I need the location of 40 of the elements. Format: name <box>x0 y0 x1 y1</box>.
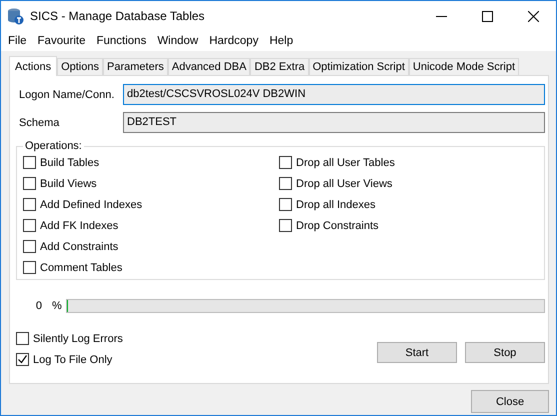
tab[interactable]: Unicode Mode Script <box>408 58 520 75</box>
action-button[interactable]: Start <box>377 342 457 363</box>
tab[interactable]: DB2 Extra <box>250 58 309 75</box>
checkbox[interactable]: Drop all User Views <box>279 173 535 194</box>
checkbox[interactable]: Build Views <box>23 173 279 194</box>
checkbox[interactable]: Add FK Indexes <box>23 215 279 236</box>
checkbox[interactable]: Add Defined Indexes <box>23 194 279 215</box>
tab[interactable]: Options <box>57 58 103 75</box>
window-title: SICS - Manage Database Tables <box>30 9 206 23</box>
field-label: Logon Name/Conn. <box>18 88 116 100</box>
percent-sign: % <box>52 300 63 312</box>
check-icon <box>17 354 28 365</box>
menu-item[interactable]: File <box>4 35 34 47</box>
tab[interactable]: Optimization Script <box>308 58 409 75</box>
menu-item[interactable]: Window <box>153 35 206 47</box>
text-field[interactable]: db2test/CSCSVROSL024V DB2WIN <box>123 84 545 105</box>
checkbox[interactable]: Drop all User Tables <box>279 152 535 173</box>
menu-item[interactable]: Hardcopy <box>205 35 266 47</box>
checkbox[interactable]: Add Constraints <box>23 236 279 257</box>
action-button[interactable]: Stop <box>465 342 545 363</box>
text-field[interactable]: DB2TEST <box>123 112 545 133</box>
checkbox[interactable]: Build Tables <box>23 152 279 173</box>
checkbox[interactable]: Silently Log Errors <box>16 328 123 349</box>
tab[interactable]: Actions <box>9 56 58 76</box>
group-title: Operations: <box>24 140 83 152</box>
checkbox[interactable]: Drop Constraints <box>279 215 535 236</box>
checkbox[interactable]: Log To File Only <box>16 349 123 370</box>
checkbox[interactable]: Drop all Indexes <box>279 194 535 215</box>
checkbox[interactable]: Comment Tables <box>23 257 279 278</box>
database-icon <box>6 7 24 25</box>
close-button[interactable]: Close <box>471 390 549 413</box>
menu-item[interactable]: Favourite <box>34 35 92 47</box>
tab[interactable]: Advanced DBA <box>168 58 250 75</box>
menu-item[interactable]: Functions <box>92 35 154 47</box>
maximize-icon[interactable] <box>482 10 493 22</box>
progress-value: 0 <box>34 300 42 312</box>
field-label: Schema <box>18 116 60 128</box>
close-icon[interactable] <box>528 10 539 22</box>
menu-item[interactable]: Help <box>265 35 300 47</box>
tab[interactable]: Parameters <box>103 58 168 75</box>
